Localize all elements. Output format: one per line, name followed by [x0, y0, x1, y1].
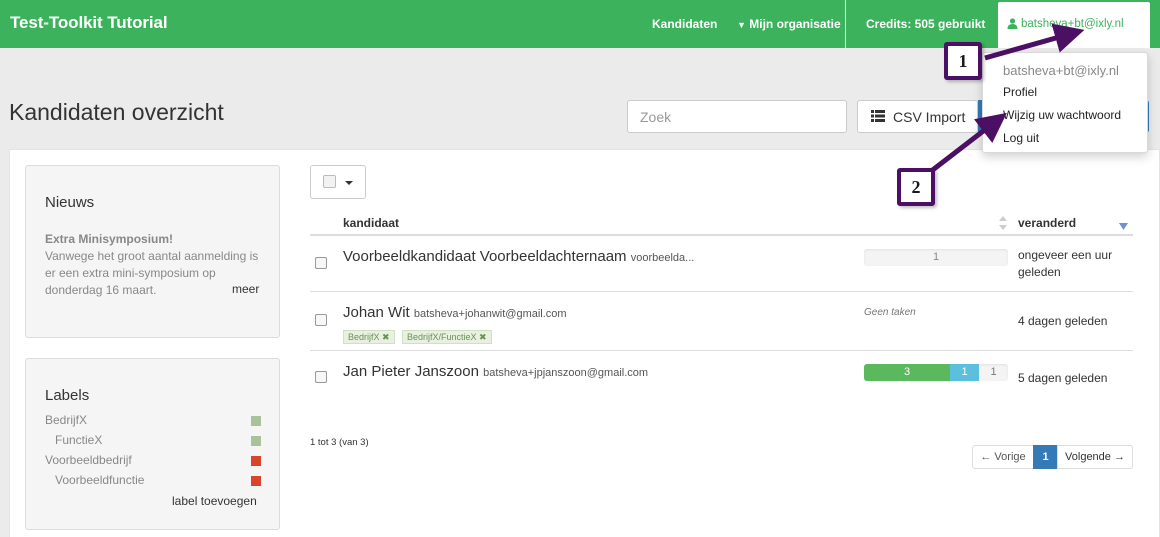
page-title: Kandidaten overzicht: [9, 99, 224, 125]
label-color-swatch: [251, 416, 261, 426]
result-count: 1 tot 3 (van 3): [310, 437, 369, 448]
select-all-dropdown[interactable]: [310, 165, 366, 199]
credits-text: Credits: 505 gebruikt: [866, 17, 986, 31]
task-progress-bar: 1: [864, 249, 1008, 266]
label-color-swatch: [251, 456, 261, 466]
sort-icon[interactable]: [999, 216, 1007, 230]
news-box: Nieuws Extra Minisymposium! Vanwege het …: [25, 165, 280, 338]
user-dropdown-menu: batsheva+bt@ixly.nl Profiel Wijzig uw wa…: [982, 52, 1148, 153]
progress-pending-segment: 1: [932, 251, 940, 263]
caret-down-icon: ▼: [737, 20, 746, 30]
column-header-veranderd[interactable]: veranderd: [1018, 216, 1076, 230]
caret-down-icon: [345, 181, 353, 185]
menu-item-change-password[interactable]: Wijzig uw wachtwoord: [1003, 108, 1121, 122]
sort-desc-icon[interactable]: [1119, 223, 1128, 230]
candidate-name: Jan Pieter Janszoon: [343, 363, 479, 380]
search-input[interactable]: [627, 100, 847, 133]
labels-box: Labels BedrijfX FunctieX Voorbeeldbedrij…: [25, 358, 280, 530]
candidate-name-link[interactable]: Jan Pieter Janszoon batsheva+jpjanszoon@…: [343, 363, 648, 380]
annotation-callout-1: 1: [944, 42, 982, 80]
candidate-name: Voorbeeldkandidaat Voorbeeldachternaam: [343, 248, 627, 265]
labels-title: Labels: [45, 387, 90, 404]
column-header-kandidaat[interactable]: kandidaat: [343, 216, 399, 230]
changed-date: ongeveer een uur geleden: [1018, 248, 1113, 279]
user-email: batsheva+bt@ixly.nl: [1021, 18, 1124, 30]
progress-pending-segment: 1: [990, 366, 997, 378]
news-headline: Extra Minisymposium!: [45, 232, 174, 246]
task-progress-bar: 3 1 1: [864, 364, 1008, 381]
menu-item-profiel[interactable]: Profiel: [1003, 85, 1037, 99]
nav-mijn-organisatie[interactable]: ▼ Mijn organisatie: [737, 17, 841, 31]
label-tag[interactable]: BedrijfX ✖: [343, 330, 395, 344]
row-checkbox[interactable]: [315, 314, 327, 326]
dropdown-email: batsheva+bt@ixly.nl: [1003, 63, 1119, 78]
progress-done-segment: 3: [864, 364, 950, 381]
row-divider: [310, 291, 1133, 292]
no-tasks-note: Geen taken: [864, 307, 916, 318]
csv-import-button[interactable]: CSV Import: [857, 100, 978, 133]
annotation-callout-2: 2: [897, 168, 935, 206]
label-item[interactable]: Voorbeeldbedrijf: [45, 453, 261, 469]
news-body: Vanwege het groot aantal aanmelding is e…: [45, 249, 259, 297]
label-name: FunctieX: [55, 433, 103, 447]
changed-date: 5 dagen geleden: [1018, 371, 1108, 385]
nav-divider: [845, 0, 846, 48]
menu-item-logout[interactable]: Log uit: [1003, 131, 1039, 145]
progress-active-segment: 1: [950, 364, 979, 381]
row-checkbox[interactable]: [315, 371, 327, 383]
label-color-swatch: [251, 476, 261, 486]
previous-page-button[interactable]: ← Vorige: [972, 445, 1034, 469]
label-name: Voorbeeldbedrijf: [45, 453, 132, 467]
changed-date: 4 dagen geleden: [1018, 314, 1108, 328]
label-tag[interactable]: BedrijfX/FunctieX ✖: [402, 330, 492, 344]
csv-import-label: CSV Import: [893, 109, 966, 125]
table-header-divider: [310, 234, 1133, 236]
select-all-checkbox[interactable]: [323, 175, 336, 188]
candidate-name-link[interactable]: Voorbeeldkandidaat Voorbeeldachternaam v…: [343, 248, 694, 265]
candidate-name-link[interactable]: Johan Wit batsheva+johanwit@gmail.com: [343, 304, 567, 321]
label-item[interactable]: BedrijfX: [45, 413, 261, 429]
nav-mijn-organisatie-label: Mijn organisatie: [749, 17, 841, 31]
page-1-button[interactable]: 1: [1033, 445, 1058, 469]
nav-kandidaten[interactable]: Kandidaten: [652, 17, 717, 31]
label-name: BedrijfX: [45, 413, 88, 427]
label-name: Voorbeeldfunctie: [55, 473, 145, 487]
user-menu-toggle[interactable]: batsheva+bt@ixly.nl: [998, 2, 1150, 48]
candidate-email: voorbeelda...: [630, 252, 695, 264]
row-divider: [310, 350, 1133, 351]
brand-title[interactable]: Test-Toolkit Tutorial: [10, 13, 168, 33]
add-label-link[interactable]: label toevoegen: [172, 494, 257, 508]
label-color-swatch: [251, 436, 261, 446]
top-navbar: Test-Toolkit Tutorial Kandidaten ▼ Mijn …: [0, 0, 1160, 48]
list-icon: [871, 110, 885, 122]
label-item[interactable]: Voorbeeldfunctie: [55, 473, 261, 489]
next-page-button[interactable]: Volgende →: [1057, 445, 1133, 469]
user-icon: [1007, 18, 1018, 29]
label-item[interactable]: FunctieX: [55, 433, 261, 449]
candidate-email: batsheva+jpjanszoon@gmail.com: [483, 367, 649, 379]
news-title: Nieuws: [45, 194, 95, 211]
candidate-name: Johan Wit: [343, 304, 410, 321]
row-checkbox[interactable]: [315, 257, 327, 269]
candidate-email: batsheva+johanwit@gmail.com: [413, 308, 567, 320]
news-more-link[interactable]: meer: [232, 282, 259, 296]
